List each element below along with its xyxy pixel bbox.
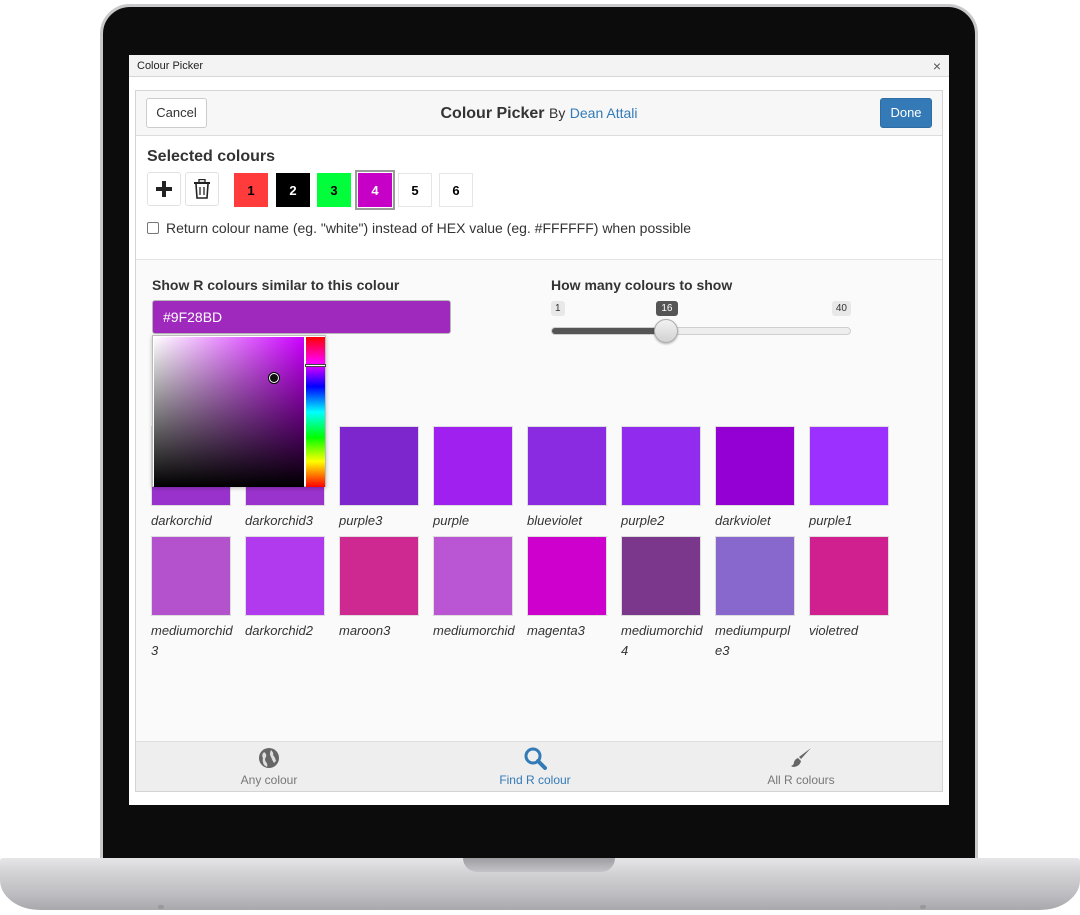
saturation-value-marker[interactable] — [269, 373, 279, 383]
slider-track[interactable] — [551, 327, 851, 335]
by-text: By — [548, 105, 566, 121]
colour-name: purple2 — [621, 513, 665, 528]
delete-colour-button[interactable] — [185, 172, 219, 206]
similar-colour-label: Show R colours similar to this colour — [152, 277, 400, 293]
colour-name: purple — [433, 513, 470, 528]
colour-tile[interactable]: purple1 — [809, 426, 889, 531]
colour-picker-popup — [152, 335, 326, 487]
selected-swatch[interactable]: 4 — [355, 170, 395, 210]
colour-name: darkviolet — [715, 513, 771, 528]
colour-swatch[interactable] — [715, 536, 795, 616]
colour-tile[interactable]: mediumpurple3 — [715, 536, 795, 661]
colour-count-slider: 1 16 40 — [551, 301, 851, 351]
tab-all-r-colours[interactable]: All R colours — [711, 746, 891, 787]
plus-icon — [156, 181, 172, 197]
colour-swatch[interactable] — [527, 426, 607, 506]
colour-name: magenta3 — [527, 623, 585, 638]
colour-swatch[interactable] — [433, 426, 513, 506]
colour-swatch[interactable] — [809, 426, 889, 506]
laptop-foot — [920, 905, 926, 909]
tab-find-r-colour[interactable]: Find R colour — [445, 746, 625, 787]
app-title: Colour Picker — [440, 105, 545, 122]
colour-name: mediumpurple3 — [715, 623, 791, 658]
slider-value-label: 16 — [656, 301, 678, 316]
colour-tile[interactable]: maroon3 — [339, 536, 419, 641]
colour-name: blueviolet — [527, 513, 582, 528]
bottom-tab-bar: Any colour Find R colour All R colours — [136, 741, 942, 791]
page-title: Colour Picker By Dean Attali — [136, 91, 942, 136]
globe-icon — [259, 748, 279, 768]
search-icon — [524, 747, 547, 770]
selected-swatch[interactable]: 1 — [234, 173, 268, 207]
colour-swatch[interactable] — [809, 536, 889, 616]
colour-name: darkorchid3 — [245, 513, 313, 528]
colour-swatch[interactable] — [433, 536, 513, 616]
return-name-label: Return colour name (eg. "white") instead… — [166, 220, 692, 236]
slider-fill — [552, 328, 668, 334]
colour-tile[interactable]: purple3 — [339, 426, 419, 531]
colour-swatch[interactable] — [527, 536, 607, 616]
colour-name: purple3 — [339, 513, 383, 528]
colour-name: darkorchid — [151, 513, 212, 528]
colour-tile[interactable]: mediumorchid4 — [621, 536, 703, 661]
close-icon[interactable]: × — [933, 55, 941, 77]
colour-swatch[interactable] — [715, 426, 795, 506]
similar-colour-input[interactable]: #9F28BD — [152, 300, 451, 334]
colour-tile[interactable]: blueviolet — [527, 426, 607, 531]
tab-any-colour-label: Any colour — [240, 773, 298, 787]
colour-swatch[interactable] — [245, 536, 325, 616]
colour-tile[interactable]: mediumorchid3 — [151, 536, 233, 661]
selected-colours-section: Selected colours 123456 Return colour na — [136, 136, 942, 260]
tab-all-r-colours-label: All R colours — [767, 773, 835, 787]
colour-name: mediumorchid4 — [621, 623, 703, 658]
done-button[interactable]: Done — [880, 98, 932, 128]
trash-icon — [194, 179, 210, 199]
gadget-header: Colour Picker By Dean Attali Cancel Done — [136, 91, 942, 136]
colour-name: purple1 — [809, 513, 853, 528]
window-titlebar: Colour Picker × — [129, 55, 949, 77]
window-title: Colour Picker — [137, 60, 204, 72]
cancel-button[interactable]: Cancel — [146, 98, 207, 128]
dialog-window: Colour Picker × Colour Picker By Dean At… — [129, 55, 949, 805]
colour-name: mediumorchid3 — [151, 623, 233, 658]
colour-name: darkorchid2 — [245, 623, 313, 638]
selected-swatch[interactable]: 2 — [276, 173, 310, 207]
colour-swatch[interactable] — [151, 536, 231, 616]
selected-swatch[interactable]: 5 — [398, 173, 432, 207]
return-name-checkbox[interactable] — [147, 222, 159, 234]
colour-tile[interactable]: darkorchid2 — [245, 536, 325, 641]
colour-tile[interactable]: purple2 — [621, 426, 701, 531]
tab-find-r-colour-label: Find R colour — [499, 773, 571, 787]
colour-name: mediumorchid — [433, 623, 515, 638]
colour-swatch[interactable] — [339, 536, 419, 616]
selected-swatch[interactable]: 6 — [439, 173, 473, 207]
colour-tile[interactable]: magenta3 — [527, 536, 607, 641]
add-colour-button[interactable] — [147, 172, 181, 206]
slider-max-label: 40 — [831, 301, 851, 316]
colour-tile[interactable]: violetred — [809, 536, 889, 641]
slider-handle[interactable] — [654, 319, 679, 343]
hue-marker[interactable] — [305, 364, 326, 367]
laptop-notch — [463, 858, 615, 872]
slider-min-label: 1 — [551, 301, 565, 316]
tab-any-colour[interactable]: Any colour — [179, 746, 359, 787]
return-name-option: Return colour name (eg. "white") instead… — [147, 220, 691, 236]
colour-name: violetred — [809, 623, 859, 638]
selected-swatch[interactable]: 3 — [317, 173, 351, 207]
colour-swatch[interactable] — [621, 536, 701, 616]
paintbrush-icon — [791, 748, 811, 767]
author-link[interactable]: Dean Attali — [570, 105, 638, 121]
colour-count-label: How many colours to show — [551, 277, 733, 293]
colour-name: maroon3 — [339, 623, 391, 638]
colour-tile[interactable]: mediumorchid — [433, 536, 515, 641]
saturation-value-box[interactable] — [154, 337, 304, 487]
laptop-foot — [158, 905, 164, 909]
hue-bar[interactable] — [306, 337, 325, 487]
colour-tile[interactable]: darkviolet — [715, 426, 795, 531]
selected-colours-title: Selected colours — [147, 148, 276, 165]
colour-swatch[interactable] — [621, 426, 701, 506]
colour-tile[interactable]: purple — [433, 426, 513, 531]
colour-swatch[interactable] — [339, 426, 419, 506]
gadget-container: Colour Picker By Dean Attali Cancel Done… — [135, 90, 943, 792]
